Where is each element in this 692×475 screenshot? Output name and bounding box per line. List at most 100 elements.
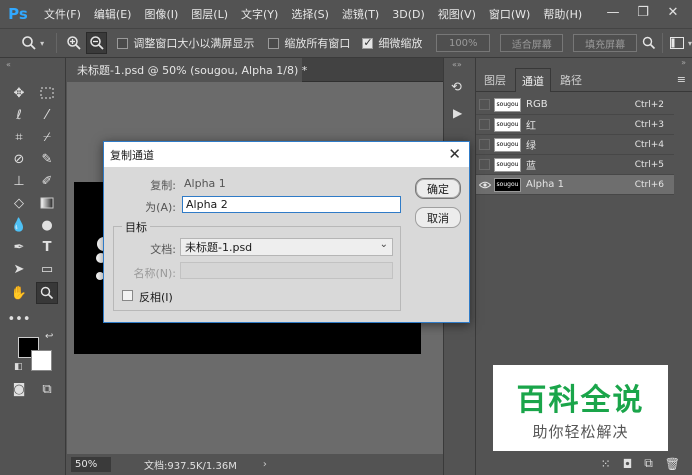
minimize-button[interactable]: — (600, 2, 626, 22)
channel-name: RGB (526, 99, 548, 110)
fill-screen-button[interactable]: 填充屏幕 (573, 34, 637, 52)
history-panel-icon[interactable]: ⟲ (451, 80, 462, 95)
save-selection-icon[interactable]: ◘ (623, 457, 633, 471)
more-tools-icon[interactable]: ••• (8, 308, 31, 330)
close-icon[interactable]: ✕ (448, 145, 461, 163)
delete-channel-icon[interactable]: 🗑 (665, 457, 680, 471)
invert-checkbox[interactable] (122, 290, 133, 301)
resize-windows-option[interactable]: 调整窗口大小以满屏显示 (117, 35, 254, 51)
tab-paths[interactable]: 路径 (554, 68, 588, 92)
hand-tool-icon[interactable]: ✋ (8, 282, 30, 304)
type-tool-icon[interactable]: T (36, 236, 58, 258)
zoom-level-field[interactable]: 50% (71, 457, 111, 472)
rectangle-tool-icon[interactable]: ▭ (36, 258, 58, 280)
workspace-chevron-down-icon[interactable]: ▾ (688, 39, 692, 48)
menu-help[interactable]: 帮助(H) (543, 6, 582, 22)
document-tab[interactable]: 未标题-1.psd @ 50% (sougou, Alpha 1/8) * (67, 58, 307, 82)
divider (56, 33, 58, 53)
document-label: 文档: (150, 243, 176, 256)
cancel-button[interactable]: 取消 (415, 207, 461, 228)
duplicate-channel-dialog: 复制通道 ✕ 复制: Alpha 1 为(A): Alpha 2 目标 文档: … (103, 141, 470, 323)
channel-thumbnail: sougou (494, 177, 521, 192)
swap-colors-icon[interactable]: ↩ (45, 331, 53, 342)
history-brush-tool-icon[interactable]: ✐ (36, 170, 58, 192)
channel-shortcut: Ctrl+2 (634, 99, 664, 110)
zoom-100-button[interactable]: 100% (436, 34, 491, 52)
load-selection-icon[interactable]: ⁙ (601, 457, 611, 471)
zoom-out-icon[interactable] (86, 32, 108, 54)
search-icon[interactable] (639, 32, 660, 54)
channel-row-alpha-1[interactable]: sougou Alpha 1 Ctrl+6 (476, 175, 674, 195)
menu-filter[interactable]: 滤镜(T) (342, 6, 379, 22)
marquee-tool-icon[interactable] (36, 82, 58, 104)
eraser-tool-icon[interactable]: ◇ (8, 192, 30, 214)
clone-stamp-tool-icon[interactable]: ⊥ (8, 170, 30, 192)
menu-file[interactable]: 文件(F) (44, 6, 81, 22)
visibility-toggle[interactable] (479, 119, 490, 130)
channel-row-green[interactable]: sougou 绿 Ctrl+4 (476, 135, 674, 155)
name-input[interactable] (180, 262, 393, 279)
dodge-tool-icon[interactable]: ● (36, 214, 58, 236)
source-value: Alpha 1 (184, 177, 226, 190)
eyedropper-tool-icon[interactable]: ⌿ (36, 126, 58, 148)
lasso-tool-icon[interactable]: ℓ (8, 104, 30, 126)
collapse-arrows-icon[interactable]: «» (452, 60, 462, 69)
visibility-toggle[interactable] (479, 159, 490, 170)
default-colors-icon[interactable]: ◧ (14, 362, 23, 372)
scrubby-zoom-option[interactable]: 细微缩放 (362, 35, 422, 51)
menu-image[interactable]: 图像(I) (144, 6, 178, 22)
channel-shortcut: Ctrl+3 (634, 119, 664, 130)
screen-mode-icon[interactable]: ⧉ (36, 378, 58, 400)
channel-row-rgb[interactable]: sougou RGB Ctrl+2 (476, 95, 674, 115)
tab-channels[interactable]: 通道 (515, 68, 551, 92)
document-select[interactable]: 未标题-1.psd ⌄ (180, 238, 393, 256)
as-name-input[interactable]: Alpha 2 (182, 196, 401, 213)
watermark-title: 百科全说 (516, 383, 645, 418)
move-tool-icon[interactable]: ✥ (8, 82, 30, 104)
visibility-toggle[interactable] (479, 139, 490, 150)
collapse-arrows-icon[interactable]: » (681, 58, 686, 67)
menu-view[interactable]: 视图(V) (438, 6, 476, 22)
channel-row-red[interactable]: sougou 红 Ctrl+3 (476, 115, 674, 135)
restore-button[interactable]: ❐ (630, 2, 656, 22)
channel-row-blue[interactable]: sougou 蓝 Ctrl+5 (476, 155, 674, 175)
collapse-arrows-icon[interactable]: « (6, 60, 11, 69)
blur-tool-icon[interactable]: 💧 (8, 214, 30, 236)
scrubby-zoom-checkbox[interactable] (362, 36, 374, 49)
close-window-button[interactable]: ✕ (660, 2, 686, 22)
menu-edit[interactable]: 编辑(E) (94, 6, 132, 22)
crop-tool-icon[interactable]: ⌗ (8, 126, 30, 148)
magic-wand-tool-icon[interactable]: ⁄ (36, 104, 58, 126)
healing-brush-tool-icon[interactable]: ⊘ (8, 148, 30, 170)
gradient-tool-icon[interactable] (36, 192, 58, 214)
menu-select[interactable]: 选择(S) (291, 6, 329, 22)
brush-tool-icon[interactable]: ✎ (36, 148, 58, 170)
zoom-tool-preset-icon[interactable] (18, 32, 39, 54)
visibility-toggle[interactable] (479, 99, 490, 110)
background-color-swatch[interactable] (31, 350, 52, 371)
resize-windows-checkbox[interactable] (117, 37, 129, 49)
panel-menu-icon[interactable]: ≡ (677, 73, 686, 86)
new-channel-icon[interactable]: ⧉ (644, 456, 653, 471)
path-selection-tool-icon[interactable]: ➤ (8, 258, 30, 280)
zoom-all-option[interactable]: 缩放所有窗口 (268, 35, 350, 51)
tab-layers[interactable]: 图层 (479, 68, 511, 92)
menu-type[interactable]: 文字(Y) (241, 6, 278, 22)
status-menu-chevron-icon[interactable]: › (263, 459, 267, 470)
ok-button[interactable]: 确定 (415, 178, 461, 199)
menu-layer[interactable]: 图层(L) (191, 6, 228, 22)
zoom-in-icon[interactable] (63, 32, 84, 54)
channel-name: Alpha 1 (526, 179, 564, 190)
menu-window[interactable]: 窗口(W) (489, 6, 530, 22)
menu-3d[interactable]: 3D(D) (392, 8, 425, 21)
workspace-icon[interactable] (667, 32, 688, 54)
actions-panel-icon[interactable]: ▶ (453, 106, 462, 120)
zoom-all-checkbox[interactable] (268, 37, 280, 49)
fit-screen-button[interactable]: 适合屏幕 (500, 34, 564, 52)
preset-chevron-down-icon[interactable]: ▾ (40, 39, 44, 48)
pen-tool-icon[interactable]: ✒ (8, 236, 30, 258)
quick-mask-icon[interactable]: ◙ (8, 378, 30, 400)
zoom-tool-icon[interactable] (36, 282, 58, 304)
eye-icon[interactable] (476, 176, 494, 194)
name-label: 名称(N): (133, 267, 176, 280)
